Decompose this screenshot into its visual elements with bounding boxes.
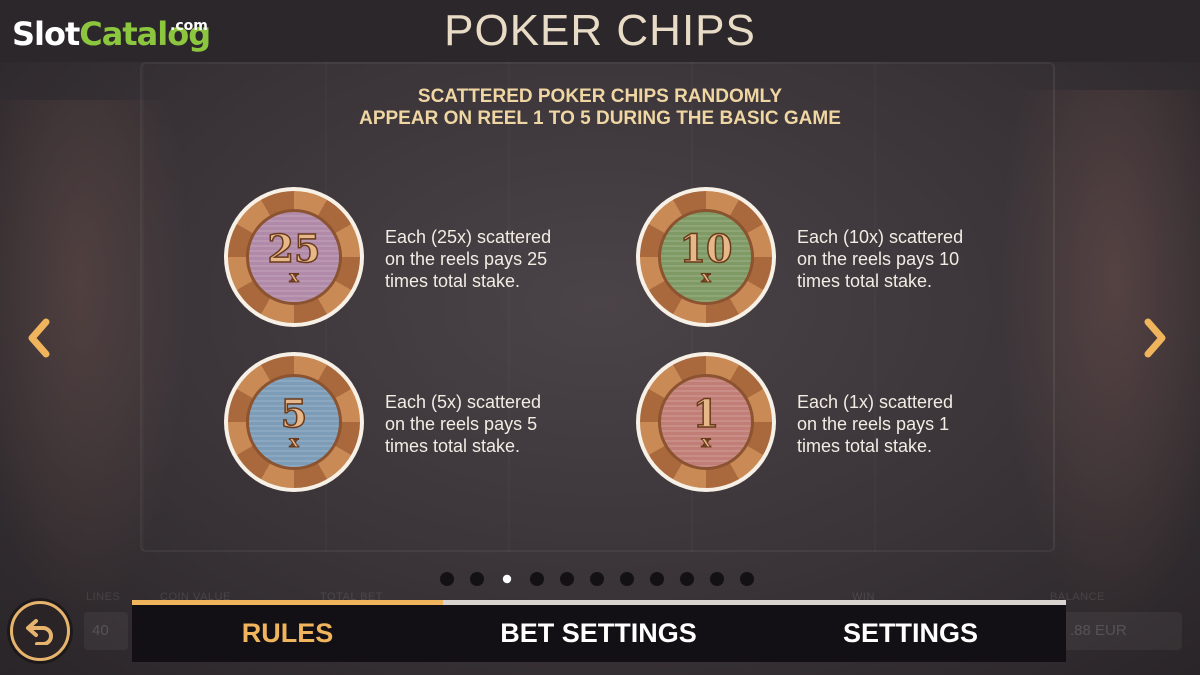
desc-line: times total stake. (385, 271, 521, 291)
chip-ring: 25 x (228, 191, 360, 323)
intro-line-1: SCATTERED POKER CHIPS RANDOMLY (417, 86, 783, 107)
ghost-balance-value: .88 EUR (1062, 612, 1182, 650)
desc-line: Each (10x) scattered (797, 227, 964, 247)
desc-line: on the reels pays 1 (797, 414, 950, 434)
pagination-dots (440, 572, 754, 586)
chip-center: 1 x (658, 374, 754, 470)
tab-bet-settings[interactable]: BET SETTINGS (443, 605, 754, 662)
back-button[interactable] (10, 601, 70, 661)
desc-line: times total stake. (797, 271, 933, 291)
desc-line: Each (5x) scattered (385, 392, 542, 412)
poker-chip-5x: 5 x (224, 352, 364, 492)
desc-line: times total stake. (797, 436, 933, 456)
next-page-button[interactable] (1138, 316, 1172, 360)
tab-settings[interactable]: SETTINGS (755, 605, 1066, 662)
chip-value: 25 (267, 226, 321, 271)
chevron-left-icon (28, 318, 50, 358)
chip-ring: 5 x (228, 356, 360, 488)
chip-description-1x: Each (1x) scattered on the reels pays 1 … (797, 391, 953, 457)
page-dot[interactable] (470, 572, 484, 586)
page-title: POKER CHIPS (444, 6, 756, 55)
page-dot[interactable] (530, 572, 544, 586)
tab-rules[interactable]: RULES (132, 605, 443, 662)
chip-description-10x: Each (10x) scattered on the reels pays 1… (797, 226, 963, 292)
page-dot[interactable] (710, 572, 724, 586)
poker-chip-1x: 1 x (636, 352, 776, 492)
chevron-right-icon (1144, 318, 1166, 358)
page-dot[interactable] (620, 572, 634, 586)
prev-page-button[interactable] (22, 316, 56, 360)
back-arrow-icon (26, 619, 53, 645)
desc-line: on the reels pays 5 (385, 414, 538, 434)
chip-multiplier-x: x (701, 267, 712, 286)
chip-center: 5 x (246, 374, 342, 470)
intro-line-2: APPEAR ON REEL 1 TO 5 DURING THE BASIC G… (359, 108, 841, 129)
desc-line: on the reels pays 10 (797, 249, 960, 269)
page-dot[interactable] (440, 572, 454, 586)
ghost-label-lines: LINES (86, 591, 121, 603)
header-bar: SlotCatalog .com POKER CHIPS (0, 0, 1200, 62)
chip-ring: 10 x (640, 191, 772, 323)
desc-line: Each (25x) scattered (385, 227, 552, 247)
ghost-lines-value: 40 (84, 612, 128, 650)
page-dot[interactable] (740, 572, 754, 586)
chip-multiplier-x: x (289, 432, 300, 451)
chip-center: 10 x (658, 209, 754, 305)
chip-center: 25 x (246, 209, 342, 305)
desc-line: Each (1x) scattered (797, 392, 954, 412)
chip-description-5x: Each (5x) scattered on the reels pays 5 … (385, 391, 541, 457)
chip-value: 5 (280, 391, 308, 436)
intro-text: SCATTERED POKER CHIPS RANDOMLY APPEAR ON… (0, 86, 1200, 130)
chip-multiplier-x: x (701, 432, 712, 451)
poker-chip-10x: 10 x (636, 187, 776, 327)
page-dot-active[interactable] (502, 574, 512, 584)
page-dot[interactable] (650, 572, 664, 586)
page-dot[interactable] (560, 572, 574, 586)
chip-ring: 1 x (640, 356, 772, 488)
page-dot[interactable] (590, 572, 604, 586)
chip-multiplier-x: x (289, 267, 300, 286)
chip-value: 10 (679, 226, 733, 271)
chip-description-25x: Each (25x) scattered on the reels pays 2… (385, 226, 551, 292)
menu-tabs: RULES BET SETTINGS SETTINGS (132, 600, 1066, 662)
page-dot[interactable] (680, 572, 694, 586)
chip-value: 1 (692, 391, 720, 436)
desc-line: times total stake. (385, 436, 521, 456)
poker-chip-25x: 25 x (224, 187, 364, 327)
desc-line: on the reels pays 25 (385, 249, 548, 269)
